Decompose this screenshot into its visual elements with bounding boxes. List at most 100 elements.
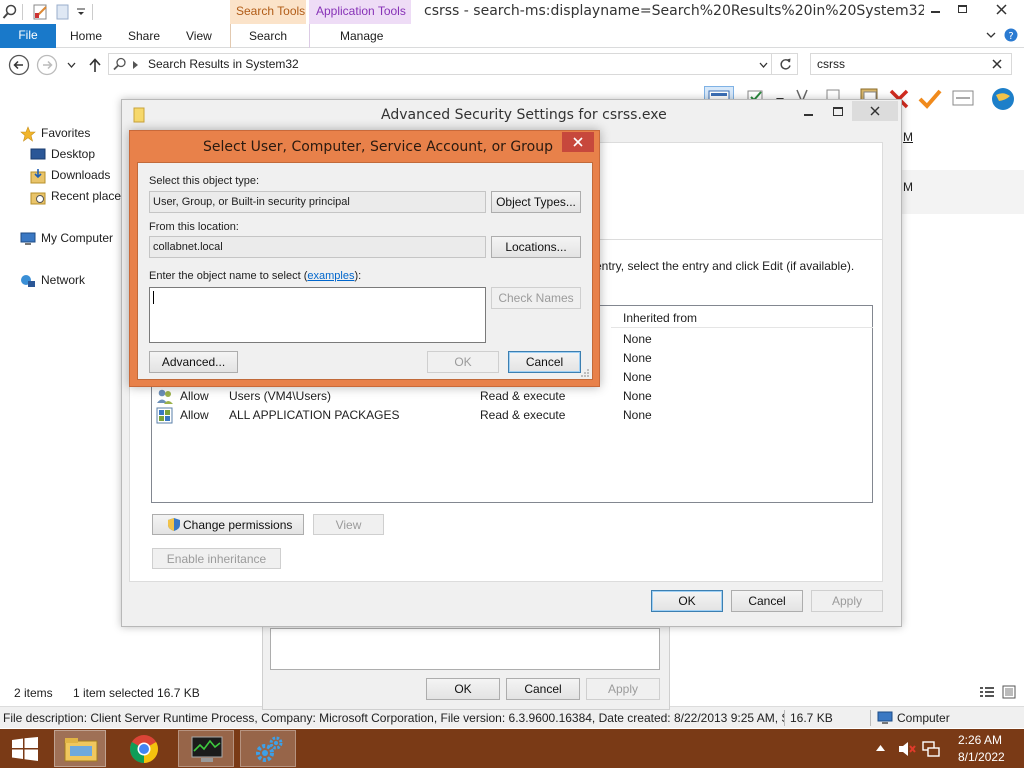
nav-network[interactable]: Network (41, 273, 85, 287)
network-tray-icon[interactable] (922, 740, 940, 758)
column-inherited-from[interactable]: Inherited from (623, 311, 697, 325)
view-button[interactable]: View (313, 514, 384, 535)
enter-object-name-text: Enter the object name to select ( (149, 270, 308, 282)
column-header-fragment: M (903, 130, 913, 144)
advanced-apply-button[interactable]: Apply (811, 590, 883, 612)
show-hidden-icons-icon[interactable] (876, 745, 885, 751)
taskbar-monitor-button[interactable] (178, 730, 234, 767)
row-principal: ALL APPLICATION PACKAGES (229, 408, 400, 422)
address-dropdown-icon[interactable] (759, 62, 768, 68)
row-inherited: None (623, 332, 652, 346)
search-icon[interactable] (2, 4, 18, 20)
close-button[interactable] (980, 0, 1024, 20)
refresh-button[interactable] (772, 53, 798, 75)
change-permissions-button[interactable]: Change permissions (152, 514, 304, 535)
object-name-input[interactable] (149, 287, 486, 343)
taskbar-settings-button[interactable] (240, 730, 296, 767)
location-field: collabnet.local (149, 236, 486, 258)
properties-icon[interactable] (32, 3, 50, 21)
start-button[interactable] (0, 729, 50, 768)
location-label: From this location: (149, 221, 239, 233)
clock-time[interactable]: 2:26 AM (958, 733, 1002, 747)
search-field-text: csrss (817, 57, 845, 71)
quick-access-dropdown-icon[interactable] (76, 8, 86, 16)
tab-file[interactable]: File (0, 24, 56, 48)
check-names-button[interactable]: Check Names (491, 287, 581, 309)
restore-button[interactable] (950, 0, 976, 20)
nav-recent-places[interactable]: Recent places (51, 189, 127, 203)
object-types-button[interactable]: Object Types... (491, 191, 581, 213)
tab-search-label: Search (249, 29, 288, 43)
select-principal-dialog: Select User, Computer, Service Account, … (129, 130, 600, 387)
close-icon (996, 4, 1007, 15)
search-field[interactable]: csrss (810, 53, 1012, 75)
tab-search[interactable]: Search (249, 29, 287, 43)
help-icon[interactable]: ? (1004, 28, 1018, 42)
view-label: View (335, 518, 362, 532)
up-icon[interactable] (88, 57, 102, 73)
properties-apply-button[interactable]: Apply (586, 678, 660, 700)
clear-search-icon[interactable] (992, 59, 1002, 69)
close-icon (573, 137, 583, 147)
rename-icon (952, 90, 974, 106)
nav-my-computer[interactable]: My Computer (41, 231, 113, 245)
properties-ok-button[interactable]: OK (426, 678, 500, 700)
favorites-star-icon (20, 126, 36, 142)
minimize-button[interactable] (922, 0, 948, 20)
column-value-fragment: M (903, 180, 913, 194)
taskbar: 2:26 AM 8/1/2022 (0, 729, 1024, 768)
select-close-button[interactable] (562, 132, 594, 152)
nav-favorites[interactable]: Favorites (41, 126, 90, 140)
advanced-search-button[interactable]: Advanced... (149, 351, 238, 373)
row-type: Allow (180, 389, 209, 403)
search-location-icon (113, 57, 126, 71)
large-icons-view-icon[interactable] (1002, 685, 1016, 699)
ribbon-expand-icon[interactable] (986, 32, 996, 39)
explorer-title: csrss - search-ms:displayname=Search%20R… (424, 3, 924, 19)
row-inherited: None (623, 408, 652, 422)
tab-view-label: View (186, 29, 212, 43)
new-folder-icon[interactable] (54, 3, 72, 21)
select-cancel-button[interactable]: Cancel (508, 351, 581, 373)
advanced-ok-button[interactable]: OK (651, 590, 723, 612)
nav-downloads[interactable]: Downloads (51, 168, 110, 182)
resource-monitor-icon (191, 736, 223, 762)
volume-muted-icon[interactable] (898, 741, 916, 757)
locations-button[interactable]: Locations... (491, 236, 581, 258)
advanced-cancel-button[interactable]: Cancel (731, 590, 803, 612)
shield-folder-icon (133, 107, 145, 123)
advanced-title: Advanced Security Settings for csrss.exe (381, 107, 667, 123)
permission-row[interactable]: Allow ALL APPLICATION PACKAGES Read & ex… (153, 406, 863, 425)
address-bar-row: Search Results in System32 csrss (0, 48, 1024, 82)
tab-home[interactable]: Home (70, 29, 102, 43)
navigation-pane: Favorites Desktop Downloads Recent place… (0, 118, 128, 418)
back-icon[interactable] (8, 54, 30, 76)
properties-ok-label: OK (454, 682, 472, 696)
advanced-search-label: Advanced... (161, 355, 226, 369)
advanced-maximize-button[interactable] (824, 102, 852, 122)
resize-grip-icon[interactable] (580, 368, 590, 378)
desktop-icon (30, 148, 46, 160)
tab-view[interactable]: View (186, 29, 212, 43)
advanced-minimize-button[interactable] (794, 102, 822, 122)
change-permissions-label: Change permissions (183, 518, 293, 532)
nav-desktop[interactable]: Desktop (51, 147, 95, 161)
apply-check-icon (918, 89, 942, 109)
tab-manage[interactable]: Manage (340, 29, 383, 43)
examples-link[interactable]: examples (307, 270, 354, 282)
address-field[interactable]: Search Results in System32 (108, 53, 772, 75)
details-view-icon[interactable] (980, 686, 994, 698)
select-ok-button[interactable]: OK (427, 351, 499, 373)
properties-cancel-button[interactable]: Cancel (506, 678, 580, 700)
taskbar-chrome-button[interactable] (118, 730, 170, 767)
permission-row[interactable]: Allow Users (VM4\Users) Read & execute N… (153, 387, 863, 406)
enable-inheritance-button[interactable]: Enable inheritance (152, 548, 281, 569)
advanced-close-button[interactable] (852, 101, 898, 121)
forward-icon[interactable] (36, 54, 58, 76)
clock-date[interactable]: 8/1/2022 (958, 750, 1005, 764)
computer-icon (20, 232, 36, 245)
tab-share[interactable]: Share (128, 29, 160, 43)
refresh-icon (780, 58, 791, 70)
taskbar-explorer-button[interactable] (54, 730, 106, 767)
recent-locations-icon[interactable] (67, 62, 76, 68)
